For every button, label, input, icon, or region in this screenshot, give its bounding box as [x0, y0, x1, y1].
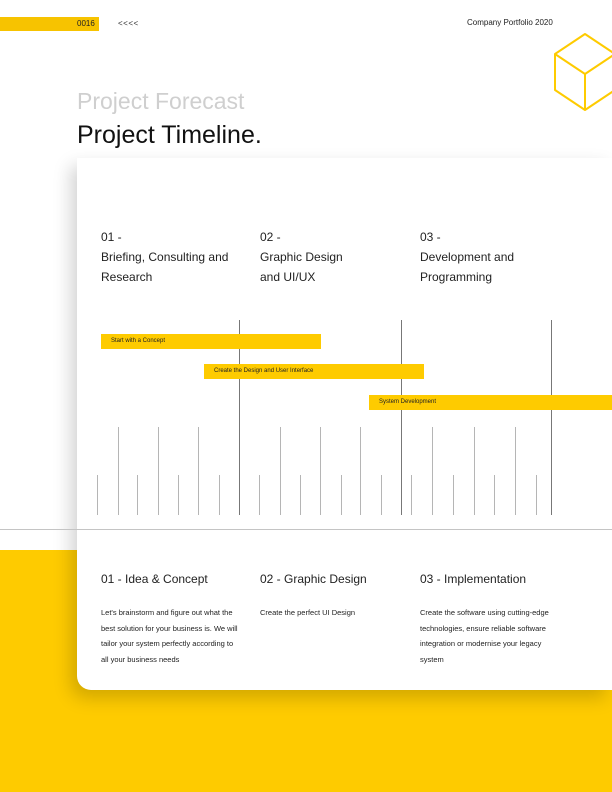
- phase-number: 03 -: [420, 230, 441, 244]
- phase-divider: [551, 320, 552, 515]
- tick-mark: [453, 475, 454, 515]
- phase-1-heading: 01 - Briefing, Consulting and Research: [101, 227, 228, 287]
- step-2-title: 02 - Graphic Design: [260, 572, 367, 586]
- tick-mark: [381, 475, 382, 515]
- phase-name: Graphic Design and UI/UX: [260, 250, 343, 284]
- page-number: 0016: [77, 19, 95, 28]
- page-subtitle: Project Forecast: [77, 88, 245, 114]
- cube-outline-icon: [554, 33, 612, 111]
- gantt-bar-development: System Development: [369, 395, 612, 410]
- tick-mark: [219, 475, 220, 515]
- phase-3-heading: 03 - Development and Programming: [420, 227, 514, 287]
- tick-mark: [494, 475, 495, 515]
- tick-mark: [158, 427, 159, 515]
- tick-mark: [259, 475, 260, 515]
- tick-mark: [515, 427, 516, 515]
- tick-mark: [118, 427, 119, 515]
- phase-2-heading: 02 - Graphic Design and UI/UX: [260, 227, 343, 287]
- step-1-description: Let's brainstorm and figure out what the…: [101, 608, 238, 664]
- tick-mark: [341, 475, 342, 515]
- tick-mark: [97, 475, 98, 515]
- section-divider: [0, 529, 612, 530]
- tick-mark: [300, 475, 301, 515]
- tick-mark: [280, 427, 281, 515]
- step-3-title: 03 - Implementation: [420, 572, 527, 586]
- tick-mark: [360, 427, 361, 515]
- phase-name: Development and Programming: [420, 250, 515, 284]
- tick-mark: [432, 427, 433, 515]
- tick-mark: [536, 475, 537, 515]
- tick-mark: [474, 427, 475, 515]
- phase-name: Briefing, Consulting and Research: [101, 250, 229, 284]
- step-2-description: Create the perfect UI Design: [260, 608, 356, 617]
- header-title: Company Portfolio 2020: [467, 18, 553, 27]
- tick-mark: [411, 475, 412, 515]
- phase-number: 02 -: [260, 230, 281, 244]
- tick-mark: [178, 475, 179, 515]
- step-1-title: 01 - Idea & Concept: [101, 572, 208, 586]
- gantt-bar-concept: Start with a Concept: [101, 334, 321, 349]
- tick-mark: [137, 475, 138, 515]
- back-arrows[interactable]: <<<<: [118, 19, 139, 28]
- page-title: Project Timeline.: [77, 121, 262, 149]
- tick-mark: [320, 427, 321, 515]
- phase-divider: [401, 320, 402, 515]
- gantt-bar-design: Create the Design and User Interface: [204, 364, 424, 379]
- tick-mark: [198, 427, 199, 515]
- phase-number: 01 -: [101, 230, 122, 244]
- step-3-description: Create the software using cutting-edge t…: [420, 608, 549, 664]
- phase-divider: [239, 320, 240, 515]
